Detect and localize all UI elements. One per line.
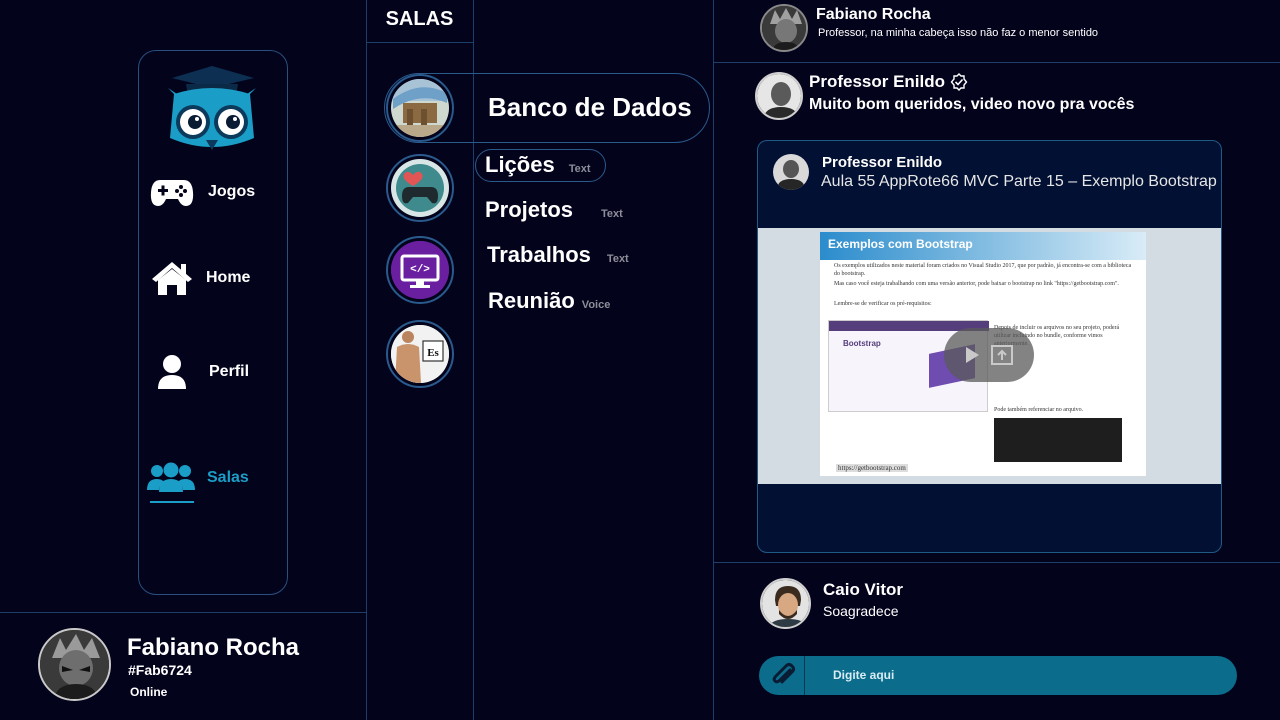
room-icon-meme[interactable]: Es — [386, 320, 454, 388]
channel-type-tag: Text — [601, 208, 623, 220]
slide-link: https://getbootstrap.com — [836, 464, 908, 472]
message-author: Caio Vitor — [823, 580, 903, 599]
channel-type-tag: Text — [568, 163, 591, 175]
selected-room-name: Banco de Dados — [488, 92, 692, 122]
nav-label-perfil: Perfil — [209, 363, 250, 380]
message-input[interactable]: Digite aqui — [833, 668, 894, 682]
slide-side-text: Pode também referenciar no arquivo. — [994, 407, 1084, 413]
video-thumbnail[interactable]: Exemplos com Bootstrap Os exemplos utili… — [758, 228, 1221, 484]
slide-brand: Bootstrap — [843, 339, 881, 348]
owl-logo-icon — [166, 64, 258, 154]
slide-code-block — [994, 418, 1122, 462]
nav-label-home: Home — [206, 269, 251, 286]
embed-channel-avatar — [773, 154, 809, 190]
divider-user-area — [0, 612, 366, 613]
message-text: Professor, na minha cabeça isso não faz … — [818, 27, 1099, 39]
user-icon — [156, 354, 188, 390]
room-icon-banco-de-dados[interactable] — [386, 74, 454, 142]
users-icon — [146, 462, 196, 494]
nav-item-salas[interactable]: Salas — [146, 462, 249, 494]
channel-projetos[interactable]: Projetos Text — [485, 197, 623, 223]
message-author: Fabiano Rocha — [816, 6, 931, 23]
nav-item-perfil[interactable]: Perfil — [156, 354, 249, 390]
rooms-title: SALAS — [385, 8, 454, 30]
nav-item-home[interactable]: Home — [150, 260, 250, 296]
channel-label: Trabalhos — [487, 242, 591, 267]
input-divider — [804, 656, 805, 695]
message-author: Professor Enildo — [809, 72, 946, 91]
divider-msg-1 — [713, 62, 1280, 63]
message-avatar[interactable] — [760, 4, 808, 52]
slide-bullet: Mas caso você esteja trabalhando com uma… — [834, 281, 1119, 287]
room-icon-games[interactable] — [386, 154, 454, 222]
slide-bullet: Lembre-se de verificar os pré-requisitos… — [834, 301, 932, 307]
message-text: Muito bom queridos, video novo pra vocês — [809, 96, 1135, 113]
nav-item-jogos[interactable]: Jogos — [150, 176, 255, 208]
svg-text:</>: </> — [410, 264, 430, 276]
verified-badge-icon — [950, 73, 968, 91]
channel-label: Lições — [485, 152, 555, 177]
channel-type-tag: Text — [606, 253, 629, 265]
nav-label-jogos: Jogos — [208, 183, 256, 200]
paperclip-icon — [771, 662, 797, 688]
embed-video-title[interactable]: Aula 55 AppRote66 MVC Parte 15 – Exemplo… — [821, 173, 1217, 191]
divider-rooms-header — [366, 42, 473, 43]
channel-trabalhos[interactable]: Trabalhos Text — [487, 242, 629, 268]
divider-nav-rooms — [366, 0, 367, 720]
divider-rooms-chat — [713, 0, 714, 720]
svg-text:Es: Es — [427, 347, 439, 359]
user-tag: #Fab6724 — [128, 662, 192, 678]
channel-label: Reunião — [488, 288, 575, 313]
active-indicator — [150, 501, 194, 503]
divider-msg-3 — [713, 562, 1280, 563]
nav-label-salas: Salas — [207, 469, 249, 486]
room-icon-code[interactable]: </> — [386, 236, 454, 304]
code-room-image: </> — [391, 241, 449, 299]
database-room-image — [391, 79, 449, 137]
open-external-icon[interactable] — [991, 345, 1013, 365]
message-input-bar[interactable]: Digite aqui — [759, 656, 1237, 695]
message-text: Soagradece — [823, 603, 899, 619]
user-status: Online — [130, 685, 168, 699]
channel-type-tag: Voice — [581, 299, 611, 311]
slide-bullet: Os exemplos utilizados neste material fo… — [834, 263, 1132, 277]
play-icon[interactable] — [964, 346, 980, 364]
message-author-row: Professor Enildo — [809, 72, 968, 92]
channel-label: Projetos — [485, 197, 574, 222]
home-icon — [150, 260, 194, 296]
gamepad-icon — [150, 176, 194, 208]
attach-button[interactable] — [759, 656, 805, 695]
user-name: Fabiano Rocha — [127, 634, 300, 661]
message-avatar[interactable] — [755, 72, 803, 120]
video-controls-overlay[interactable] — [944, 328, 1034, 382]
slide-title: Exemplos com Bootstrap — [828, 237, 973, 251]
user-avatar[interactable] — [38, 628, 111, 701]
game-room-image — [391, 159, 449, 217]
meme-room-image: Es — [391, 325, 449, 383]
video-embed[interactable]: Professor Enildo Aula 55 AppRote66 MVC P… — [757, 140, 1222, 553]
channel-reuniao[interactable]: Reunião Voice — [488, 288, 610, 314]
embed-channel-name: Professor Enildo — [822, 154, 943, 171]
message-avatar[interactable] — [760, 578, 811, 629]
channel-licoes[interactable]: Lições Text — [485, 152, 591, 178]
